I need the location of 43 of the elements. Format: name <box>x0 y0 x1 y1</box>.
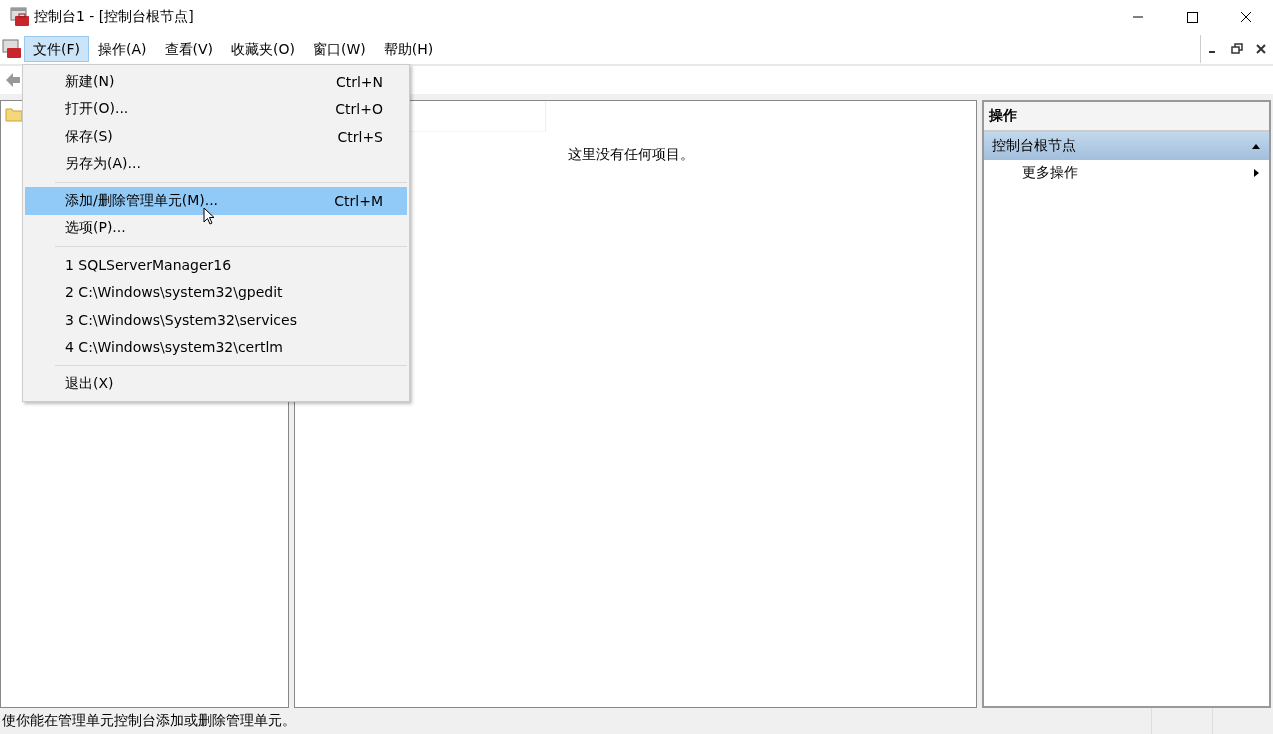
menu-entry[interactable]: 打开(O)... Ctrl+O <box>25 95 407 123</box>
menu-entry[interactable]: 退出(X) <box>25 370 407 398</box>
menu-entry[interactable]: 选项(P)... <box>25 214 407 242</box>
toolbox-icon <box>10 7 30 27</box>
menu-entry-label: 另存为(A)... <box>65 155 141 174</box>
menu-item[interactable]: 窗口(W) <box>303 36 375 62</box>
menu-item[interactable]: 帮助(H) <box>374 36 443 62</box>
mouse-pointer-icon <box>203 207 215 225</box>
menu-entry-label: 添加/删除管理单元(M)... <box>65 191 219 210</box>
menu-item[interactable]: 操作(A) <box>89 36 156 62</box>
menu-entry[interactable]: 添加/删除管理单元(M)... Ctrl+M <box>25 187 407 215</box>
actions-section-header[interactable]: 控制台根节点 <box>984 132 1269 160</box>
window-title: 控制台1 - [控制台根节点] <box>34 8 194 26</box>
menu-item[interactable]: 收藏夹(O) <box>222 36 304 62</box>
menu-item[interactable]: 查看(V) <box>155 36 222 62</box>
back-arrow-icon[interactable] <box>4 71 22 89</box>
menu-entry-label: 打开(O)... <box>65 100 129 119</box>
actions-header: 操作 <box>984 102 1269 132</box>
menu-entry-label: 3 C:\Windows\System32\services <box>65 311 297 328</box>
menu-entry-label: 新建(N) <box>65 72 115 91</box>
submenu-arrow-icon <box>1251 168 1261 178</box>
empty-message: 这里没有任何项目。 <box>568 146 694 164</box>
menu-entry-label: 1 SQLServerManager16 <box>65 256 232 273</box>
menu-entry-label: 保存(S) <box>65 127 113 146</box>
menu-entry[interactable]: 1 SQLServerManager16 <box>25 251 407 279</box>
menu-entry[interactable]: 2 C:\Windows\system32\gpedit <box>25 278 407 306</box>
menu-entry[interactable]: 4 C:\Windows\system32\certlm <box>25 333 407 361</box>
action-item[interactable]: 更多操作 <box>984 160 1269 186</box>
shortcut-text: Ctrl+S <box>337 128 383 145</box>
shortcut-text: Ctrl+N <box>335 73 383 90</box>
menu-entry-label: 4 C:\Windows\system32\certlm <box>65 339 283 356</box>
menu-item[interactable]: 文件(F) <box>24 36 89 62</box>
status-text: 使你能在管理单元控制台添加或删除管理单元。 <box>1 712 297 730</box>
menu-entry[interactable]: 新建(N) Ctrl+N <box>25 68 407 96</box>
toolbox-icon[interactable] <box>2 39 22 59</box>
menu-entry[interactable]: 保存(S) Ctrl+S <box>25 123 407 151</box>
menu-entry-label: 2 C:\Windows\system32\gpedit <box>65 284 283 301</box>
menu-entry-label: 选项(P)... <box>65 219 126 238</box>
shortcut-text: Ctrl+O <box>335 101 383 118</box>
menu-entry-label: 退出(X) <box>65 374 114 393</box>
menu-entry[interactable]: 3 C:\Windows\System32\services <box>25 306 407 334</box>
shortcut-text: Ctrl+M <box>334 192 383 209</box>
menu-entry[interactable]: 另存为(A)... <box>25 150 407 178</box>
